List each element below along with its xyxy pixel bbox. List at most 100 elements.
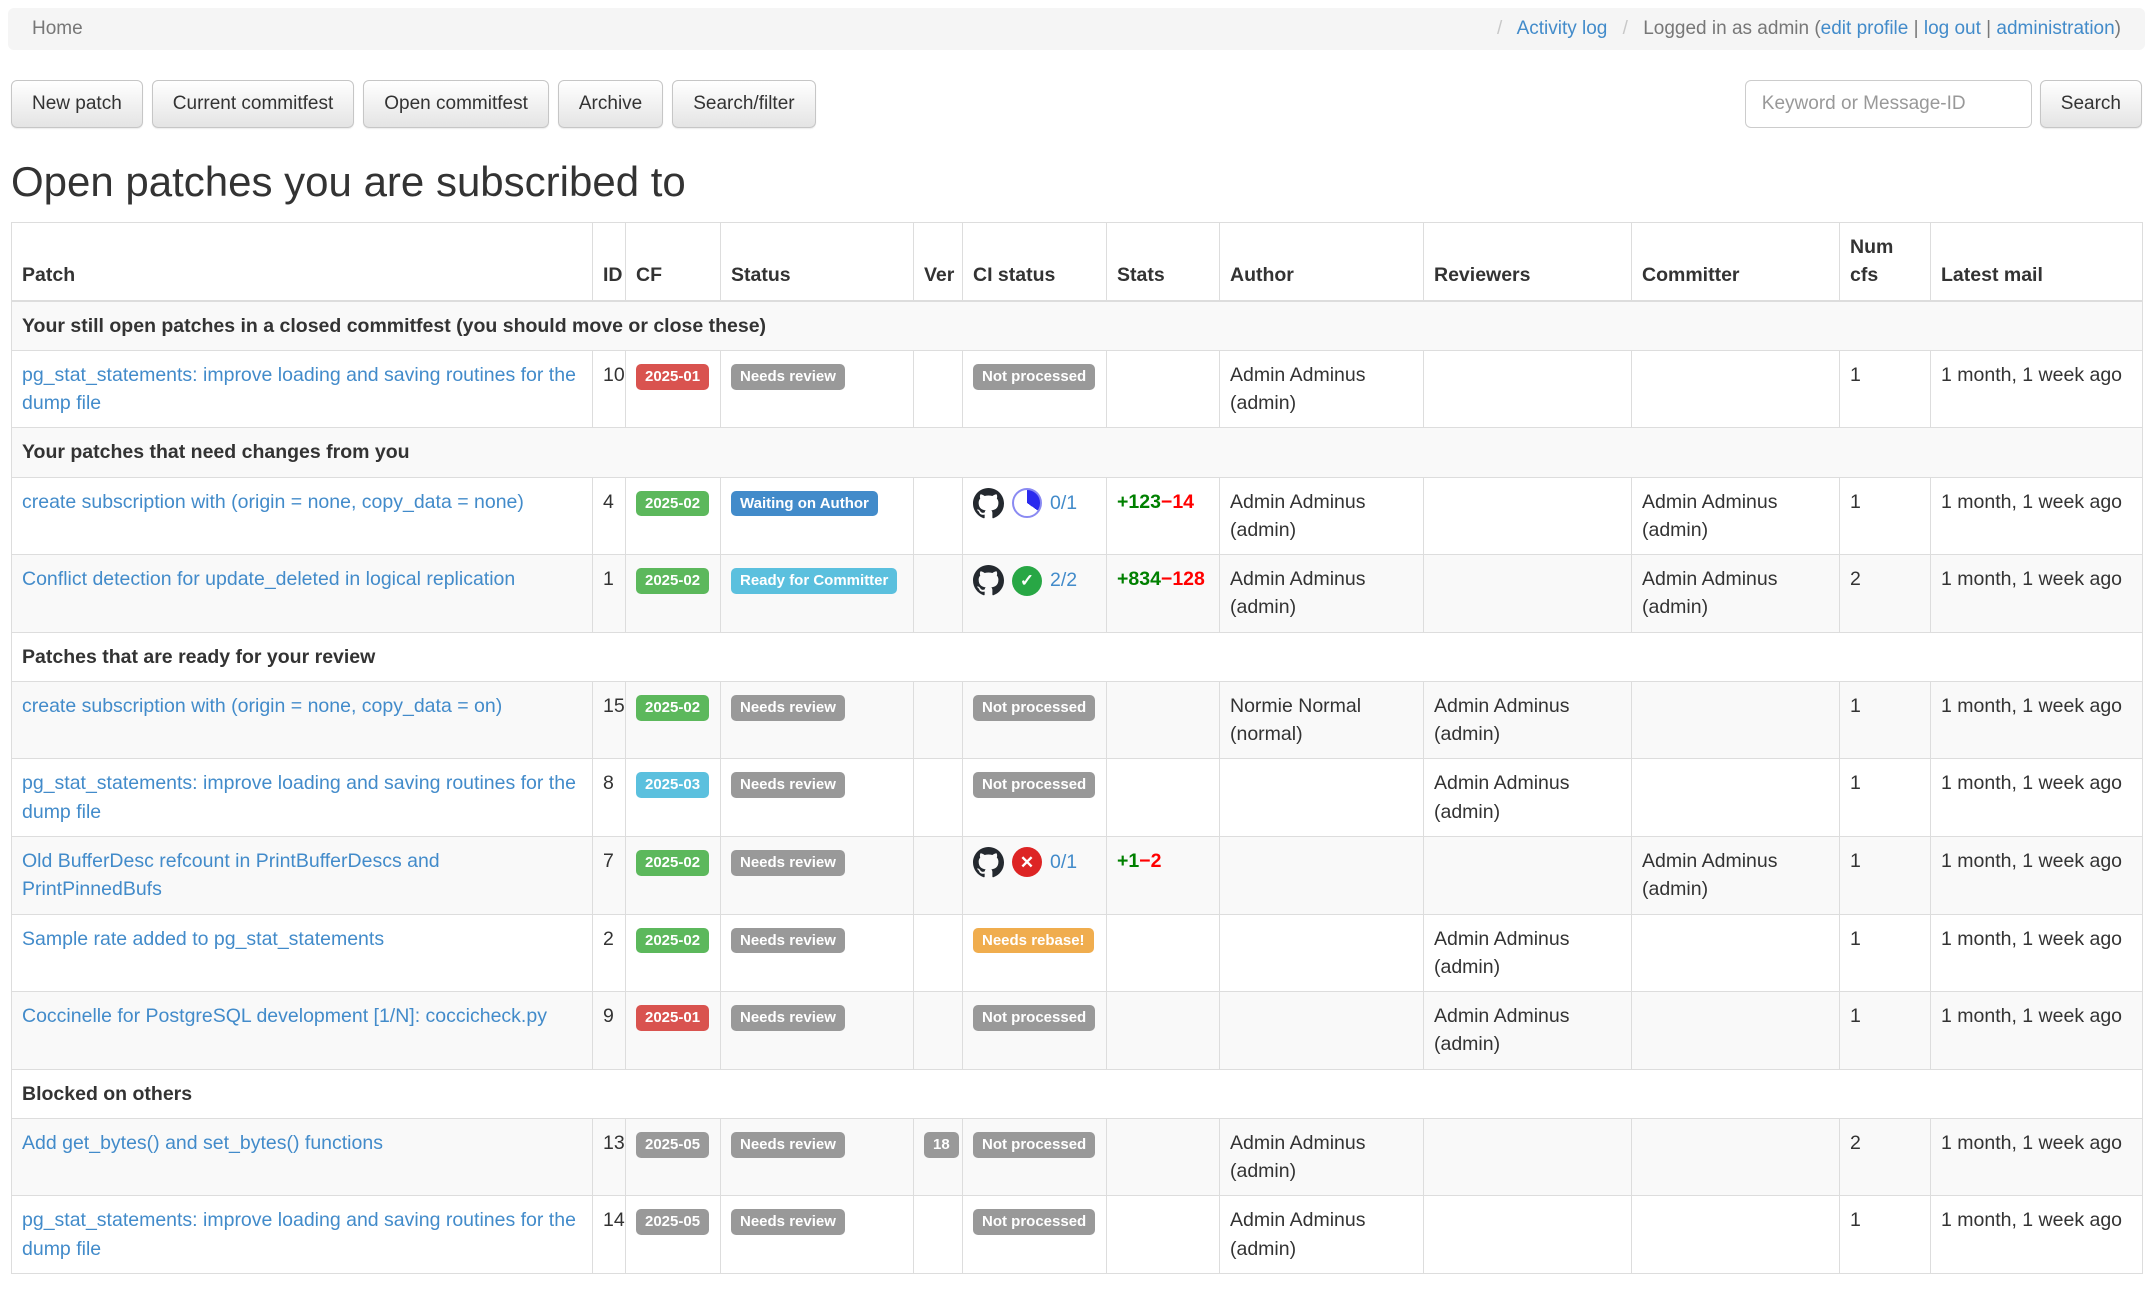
- author-cell: [1220, 759, 1424, 837]
- patch-cell: pg_stat_statements: improve loading and …: [12, 759, 593, 837]
- search-input[interactable]: [1745, 80, 2032, 128]
- administration-link[interactable]: administration: [1996, 18, 2114, 39]
- pipe-separator: |: [1914, 18, 1919, 39]
- edit-profile-link[interactable]: edit profile: [1821, 18, 1909, 39]
- status-cell: Ready for Committer: [721, 555, 914, 633]
- log-out-link[interactable]: log out: [1924, 18, 1981, 39]
- version-cell: [914, 836, 963, 914]
- stats-cell: +1−2: [1107, 836, 1220, 914]
- patch-link[interactable]: pg_stat_statements: improve loading and …: [22, 1209, 576, 1259]
- column-header-author: Author: [1220, 223, 1424, 301]
- latest-mail-cell: 1 month, 1 week ago: [1931, 681, 2143, 759]
- patch-id: 9: [593, 992, 626, 1070]
- committer-cell: Admin Adminus (admin): [1632, 836, 1840, 914]
- ci-result-link[interactable]: 0/1: [1050, 848, 1077, 876]
- reviewers-cell: [1424, 1118, 1632, 1196]
- cf-badge[interactable]: 2025-02: [636, 850, 709, 876]
- new-patch-button[interactable]: New patch: [11, 80, 143, 128]
- cf-cell: 2025-03: [626, 759, 721, 837]
- patch-id: 4: [593, 477, 626, 555]
- open-commitfest-button[interactable]: Open commitfest: [363, 80, 549, 128]
- author-cell: Admin Adminus (admin): [1220, 1196, 1424, 1274]
- reviewers-cell: [1424, 555, 1632, 633]
- breadcrumb: Home / Activity log / Logged in as admin…: [8, 8, 2145, 50]
- github-icon[interactable]: [973, 847, 1004, 878]
- patches-table: PatchIDCFStatusVerCI statusStatsAuthorRe…: [11, 222, 2143, 1274]
- status-cell: Needs review: [721, 759, 914, 837]
- author-cell: Admin Adminus (admin): [1220, 477, 1424, 555]
- table-row: Old BufferDesc refcount in PrintBufferDe…: [12, 836, 2143, 914]
- ci-failure-icon: ✕: [1012, 847, 1042, 877]
- cf-badge[interactable]: 2025-05: [636, 1132, 709, 1158]
- logged-in-suffix: ): [2115, 18, 2121, 39]
- cf-badge[interactable]: 2025-03: [636, 772, 709, 798]
- author-cell: [1220, 914, 1424, 992]
- ci-status-badge: Not processed: [973, 1209, 1095, 1235]
- stats-cell: [1107, 1196, 1220, 1274]
- column-header-latest-mail: Latest mail: [1931, 223, 2143, 301]
- search-button[interactable]: Search: [2040, 80, 2142, 128]
- latest-mail-cell: 1 month, 1 week ago: [1931, 1118, 2143, 1196]
- column-header-num-cfs: Num cfs: [1840, 223, 1931, 301]
- num-cfs-cell: 1: [1840, 1196, 1931, 1274]
- cf-cell: 2025-02: [626, 914, 721, 992]
- ci-result-link[interactable]: 2/2: [1050, 566, 1077, 594]
- breadcrumb-home: Home: [32, 18, 83, 40]
- committer-cell: [1632, 681, 1840, 759]
- num-cfs-cell: 2: [1840, 1118, 1931, 1196]
- github-icon[interactable]: [973, 565, 1004, 596]
- cf-cell: 2025-02: [626, 555, 721, 633]
- search-filter-button[interactable]: Search/filter: [672, 80, 815, 128]
- reviewers-cell: [1424, 477, 1632, 555]
- column-header-id: ID: [593, 223, 626, 301]
- patch-link[interactable]: create subscription with (origin = none,…: [22, 695, 502, 717]
- column-header-ci-status: CI status: [963, 223, 1107, 301]
- ci-result-link[interactable]: 0/1: [1050, 489, 1077, 517]
- status-badge: Needs review: [731, 928, 845, 954]
- cf-badge[interactable]: 2025-05: [636, 1209, 709, 1235]
- author-cell: Admin Adminus (admin): [1220, 1118, 1424, 1196]
- patch-link[interactable]: Sample rate added to pg_stat_statements: [22, 928, 384, 950]
- patch-link[interactable]: pg_stat_statements: improve loading and …: [22, 364, 576, 414]
- patch-link[interactable]: Conflict detection for update_deleted in…: [22, 568, 515, 590]
- cf-badge[interactable]: 2025-02: [636, 568, 709, 594]
- breadcrumb-right: / Activity log / Logged in as admin (edi…: [1487, 18, 2121, 40]
- patch-id: 13: [593, 1118, 626, 1196]
- cf-badge[interactable]: 2025-02: [636, 491, 709, 517]
- cf-badge[interactable]: 2025-02: [636, 928, 709, 954]
- patch-link[interactable]: Old BufferDesc refcount in PrintBufferDe…: [22, 850, 440, 900]
- current-commitfest-button[interactable]: Current commitfest: [152, 80, 354, 128]
- author-cell: [1220, 836, 1424, 914]
- reviewers-cell: Admin Adminus (admin): [1424, 681, 1632, 759]
- committer-cell: [1632, 1196, 1840, 1274]
- num-cfs-cell: 1: [1840, 350, 1931, 428]
- patch-link[interactable]: Coccinelle for PostgreSQL development [1…: [22, 1005, 547, 1027]
- cf-badge[interactable]: 2025-02: [636, 695, 709, 721]
- stats-cell: [1107, 992, 1220, 1070]
- stats-cell: [1107, 914, 1220, 992]
- ci-status-cell: Not processed: [963, 681, 1107, 759]
- stats-cell: [1107, 759, 1220, 837]
- archive-button[interactable]: Archive: [558, 80, 663, 128]
- patch-link[interactable]: Add get_bytes() and set_bytes() function…: [22, 1132, 383, 1154]
- cf-cell: 2025-01: [626, 350, 721, 428]
- patch-link[interactable]: pg_stat_statements: improve loading and …: [22, 772, 576, 822]
- latest-mail-cell: 1 month, 1 week ago: [1931, 914, 2143, 992]
- table-row: Sample rate added to pg_stat_statements 2…: [12, 914, 2143, 992]
- cf-badge[interactable]: 2025-01: [636, 364, 709, 390]
- activity-log-link[interactable]: Activity log: [1517, 18, 1608, 39]
- status-cell: Needs review: [721, 992, 914, 1070]
- breadcrumb-separator: /: [1623, 18, 1628, 39]
- cf-badge[interactable]: 2025-01: [636, 1005, 709, 1031]
- ci-status-cell: Not processed: [963, 1118, 1107, 1196]
- section-row: Your patches that need changes from you: [12, 428, 2143, 477]
- cf-cell: 2025-02: [626, 477, 721, 555]
- author-cell: Normie Normal (normal): [1220, 681, 1424, 759]
- column-header-reviewers: Reviewers: [1424, 223, 1632, 301]
- section-row: Blocked on others: [12, 1069, 2143, 1118]
- patch-link[interactable]: create subscription with (origin = none,…: [22, 491, 524, 513]
- github-icon[interactable]: [973, 488, 1004, 519]
- table-header-row: PatchIDCFStatusVerCI statusStatsAuthorRe…: [12, 223, 2143, 301]
- section-header: Your patches that need changes from you: [12, 428, 2143, 477]
- ci-status-cell: ✓2/2: [963, 555, 1107, 633]
